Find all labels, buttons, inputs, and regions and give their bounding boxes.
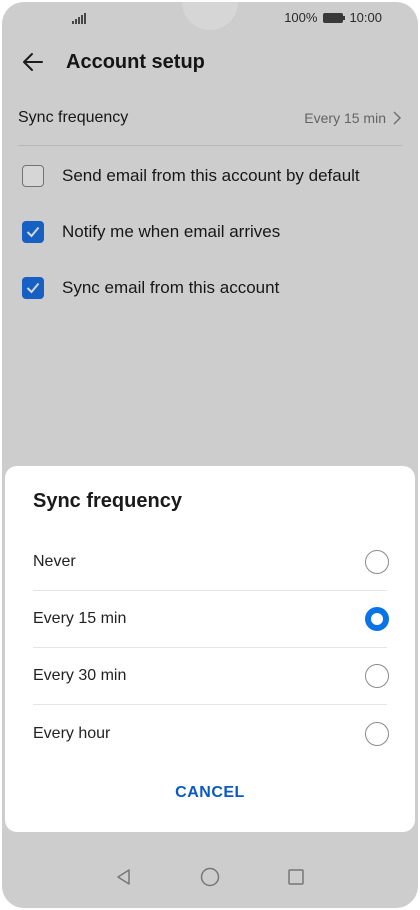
option-list: Never Every 15 min Every 30 min Every ho…: [33, 534, 389, 762]
option-label: Every 15 min: [33, 610, 127, 627]
option-every-15-min[interactable]: Every 15 min: [33, 591, 389, 648]
phone-frame: 100% 10:00 Account setup Sync frequency …: [0, 0, 420, 910]
option-every-30-min[interactable]: Every 30 min: [33, 648, 389, 705]
option-never[interactable]: Never: [33, 534, 389, 591]
cancel-button[interactable]: CANCEL: [5, 784, 415, 802]
radio-button[interactable]: [365, 664, 389, 688]
dialog-title: Sync frequency: [33, 490, 182, 512]
sync-frequency-dialog: Sync frequency Never Every 15 min Every …: [5, 466, 415, 832]
option-label: Every 30 min: [33, 667, 127, 684]
option-label: Every hour: [33, 724, 111, 742]
recents-square-icon[interactable]: [284, 865, 308, 889]
home-circle-icon[interactable]: [198, 865, 222, 889]
navigation-bar: [2, 846, 418, 908]
radio-button-selected[interactable]: [365, 607, 389, 631]
option-every-hour[interactable]: Every hour: [33, 705, 389, 762]
radio-button[interactable]: [365, 721, 389, 746]
radio-button[interactable]: [365, 550, 389, 574]
back-triangle-icon[interactable]: [112, 865, 136, 889]
option-label: Never: [33, 553, 76, 570]
screen: 100% 10:00 Account setup Sync frequency …: [2, 2, 418, 908]
